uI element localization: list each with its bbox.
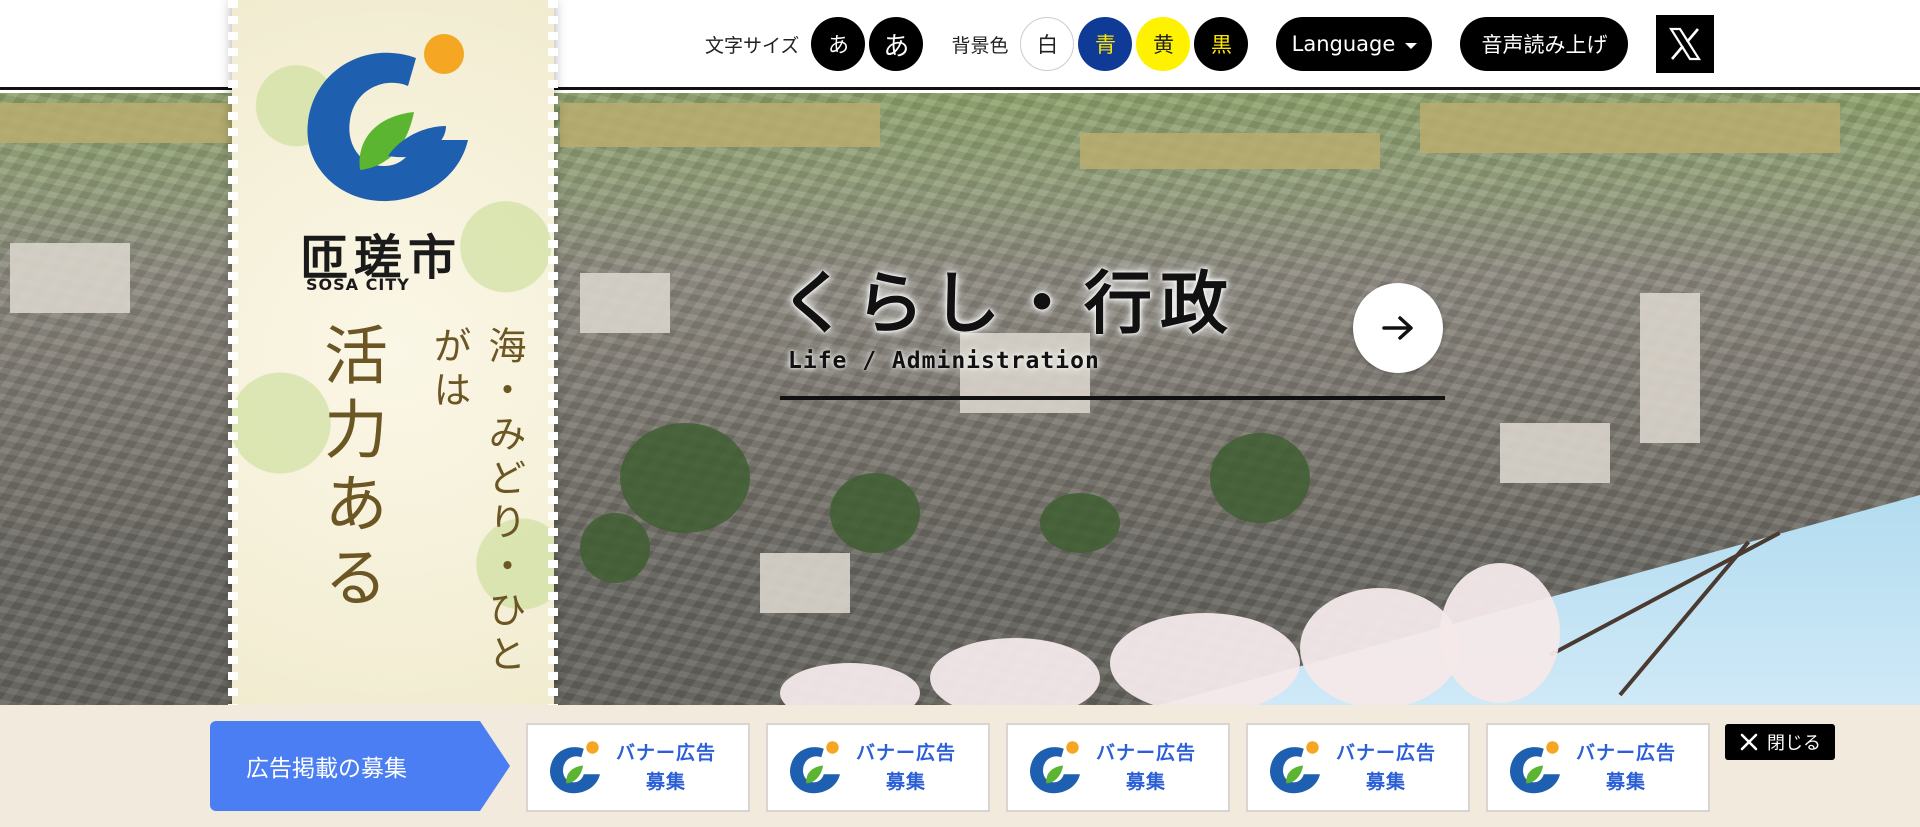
- x-logo-icon[interactable]: [1656, 15, 1715, 73]
- bg-black-button[interactable]: 黒: [1194, 17, 1249, 71]
- hero-title: くらし・行政: [780, 265, 1237, 344]
- ad-recruitment-button[interactable]: 広告掲載の募集: [210, 721, 510, 811]
- ad-text-line1: バナー広告: [616, 741, 717, 764]
- hero-subtitle: Life / Administration: [788, 348, 1100, 374]
- ad-banner-slot-1[interactable]: バナー広告 募集: [526, 723, 750, 812]
- ad-banner-bar: 広告掲載の募集 バナー広告 募集 バナー広告 募集 バナー広告 募集 バナー広告…: [0, 705, 1920, 827]
- sosa-city-logo-icon: [550, 740, 600, 793]
- ad-text-line1: バナー広告: [856, 741, 957, 764]
- sosa-city-logo-icon: [1510, 740, 1560, 793]
- close-icon: [1740, 733, 1758, 751]
- accessibility-toolbar: 文字サイズ あ あ 背景色 白 青 黄 黒 Language 音声読み上げ: [705, 15, 1715, 73]
- language-button[interactable]: Language: [1276, 17, 1433, 71]
- bg-color-label: 背景色: [951, 34, 1009, 57]
- language-label: Language: [1291, 32, 1396, 56]
- ad-text: バナー広告 募集: [616, 739, 716, 797]
- tagline-small: 海・みどり・ひとがは: [427, 326, 526, 678]
- ad-text: バナー広告 募集: [1096, 739, 1196, 797]
- hero-underline: [780, 396, 1445, 400]
- text-size-normal-button[interactable]: あ: [811, 17, 866, 71]
- ad-text-line2: 募集: [1606, 770, 1647, 793]
- ad-banner-slot-2[interactable]: バナー広告 募集: [766, 723, 990, 812]
- ad-text-line1: バナー広告: [1576, 741, 1677, 764]
- ad-banner-slot-3[interactable]: バナー広告 募集: [1006, 723, 1230, 812]
- hero-arrow-button[interactable]: [1353, 283, 1443, 373]
- ad-text-line2: 募集: [646, 770, 687, 793]
- bg-yellow-button[interactable]: 黄: [1136, 17, 1191, 71]
- ad-text-line2: 募集: [1366, 770, 1407, 793]
- ad-text: バナー広告 募集: [1336, 739, 1436, 797]
- ad-text-line1: バナー広告: [1336, 741, 1437, 764]
- voice-readout-button[interactable]: 音声読み上げ: [1460, 17, 1629, 71]
- ad-text-line1: バナー広告: [1096, 741, 1197, 764]
- city-name-english: SOSA CITY: [306, 275, 410, 294]
- arrow-right-icon: [1382, 316, 1413, 340]
- city-logo-link[interactable]: [296, 30, 486, 214]
- text-size-label: 文字サイズ: [705, 34, 800, 57]
- banner-close-button[interactable]: 閉じる: [1725, 724, 1835, 760]
- close-label: 閉じる: [1767, 733, 1821, 754]
- ad-text-line2: 募集: [1126, 770, 1167, 793]
- sosa-city-logo-icon: [1270, 740, 1320, 793]
- sosa-city-logo-icon: [307, 34, 468, 202]
- bg-white-button[interactable]: 白: [1020, 17, 1075, 71]
- bg-blue-button[interactable]: 青: [1078, 17, 1133, 71]
- ad-banner-slot-4[interactable]: バナー広告 募集: [1246, 723, 1470, 812]
- caret-down-icon: [1405, 42, 1418, 49]
- ad-text-line2: 募集: [886, 770, 927, 793]
- sosa-city-logo-icon: [1030, 740, 1080, 793]
- ad-text: バナー広告 募集: [856, 739, 956, 797]
- ad-text: バナー広告 募集: [1576, 739, 1676, 797]
- logo-panel: 匝瑳市 SOSA CITY 活力ある 海・みどり・ひとがは: [228, 0, 558, 705]
- sosa-city-logo-icon: [790, 740, 840, 793]
- tagline-large: 活力ある: [313, 322, 387, 618]
- text-size-large-button[interactable]: あ: [869, 17, 924, 71]
- ad-banner-slot-5[interactable]: バナー広告 募集: [1486, 723, 1710, 812]
